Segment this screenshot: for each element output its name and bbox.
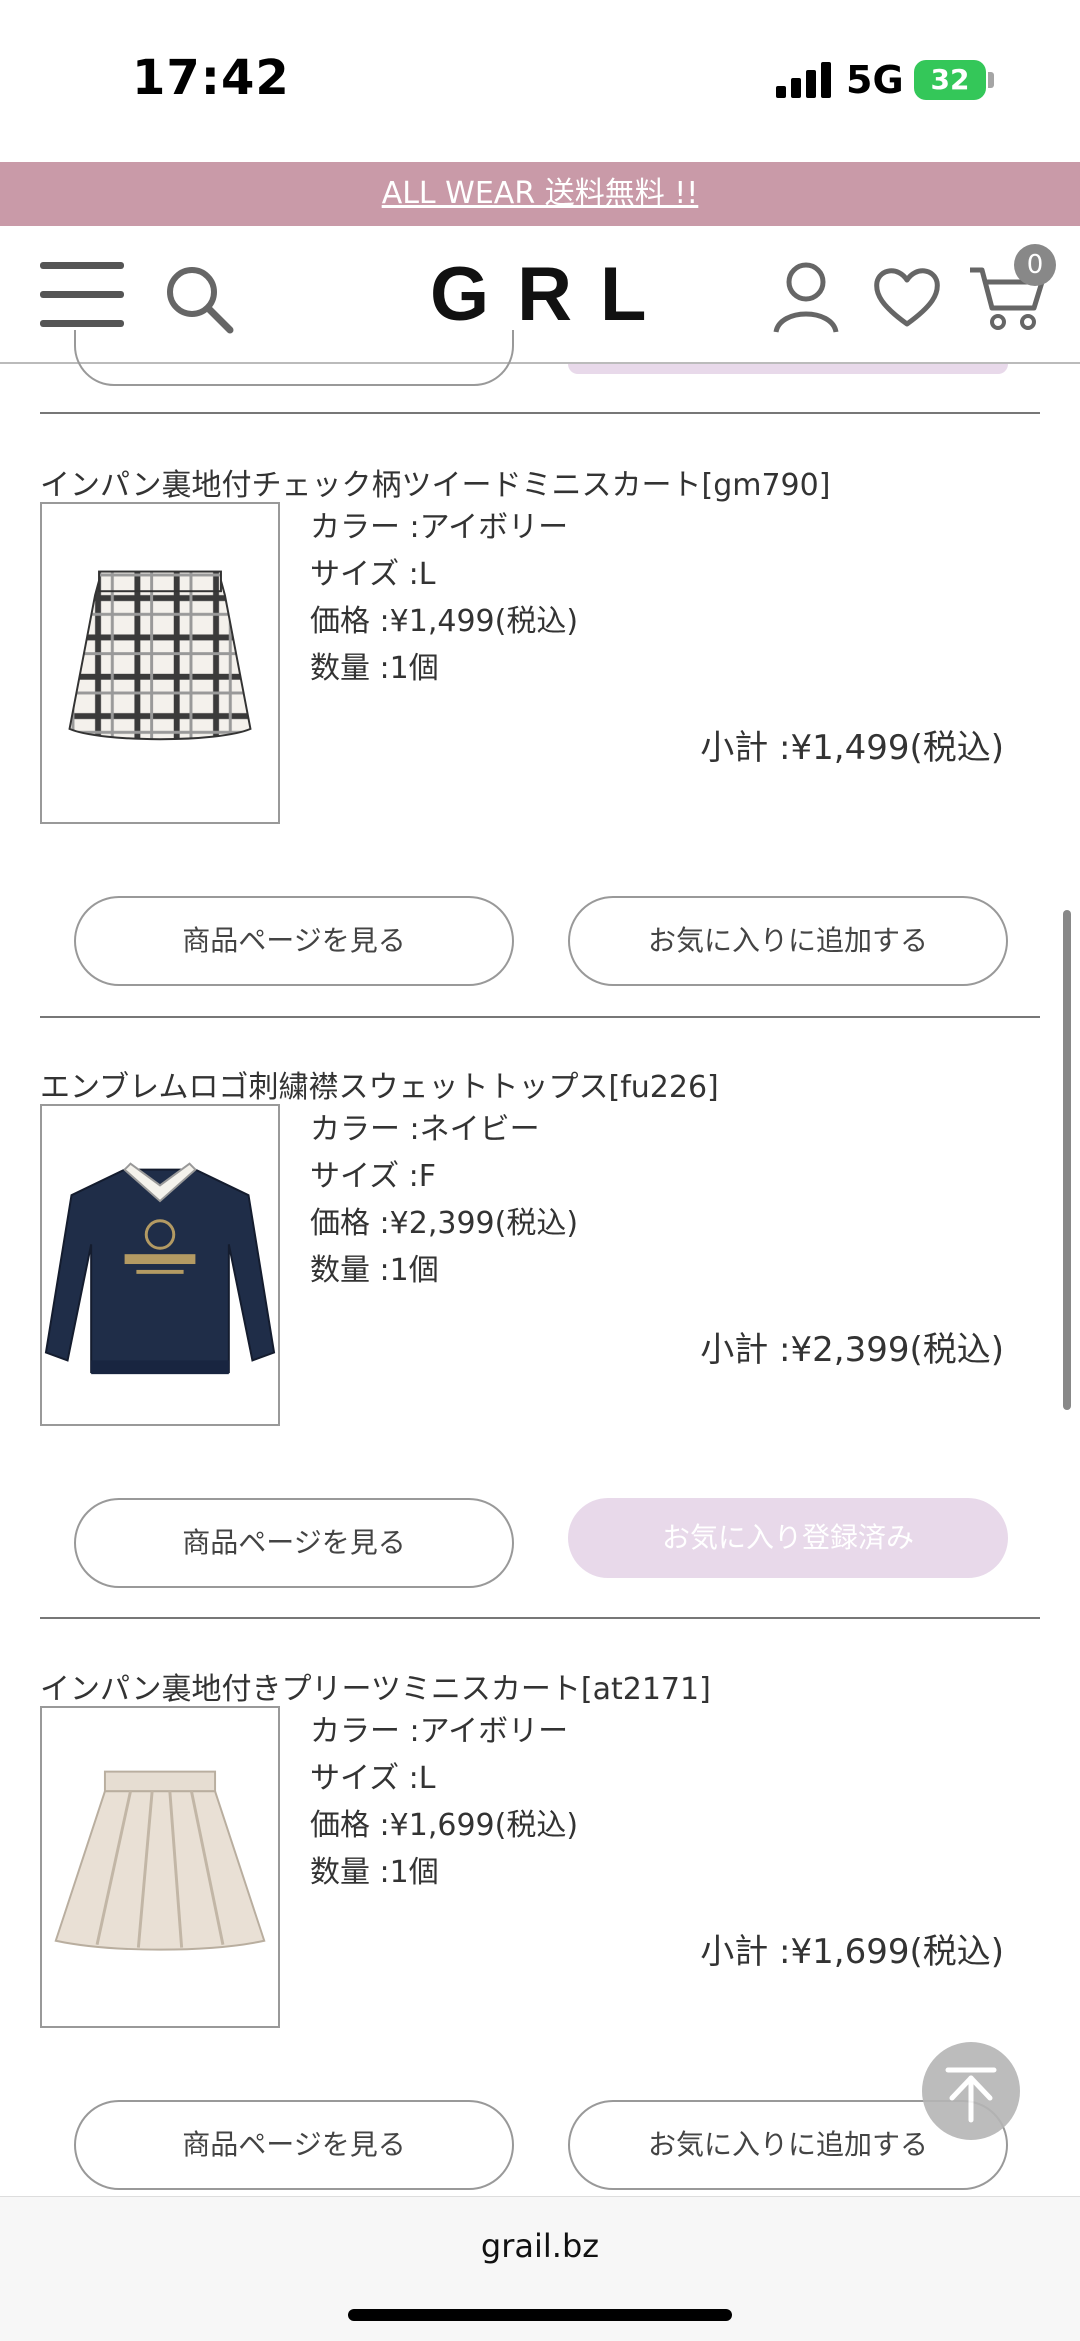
network-label: 5G	[846, 58, 904, 102]
heart-icon[interactable]	[872, 264, 942, 330]
signal-icon	[776, 62, 832, 98]
grl-logo[interactable]: GRL	[430, 250, 650, 340]
pleated-skirt-image	[54, 1770, 266, 1951]
favorite-registered-button[interactable]: お気に入り登録済み	[568, 1498, 1008, 1578]
promo-link[interactable]: ALL WEAR 送料無料 !!	[382, 176, 699, 211]
scrollbar[interactable]	[1063, 910, 1071, 1410]
item-color: カラー :アイボリー	[310, 510, 569, 545]
sweatshirt-image	[44, 1162, 276, 1375]
item-quantity: 数量 :1個	[310, 651, 439, 686]
product-image[interactable]	[40, 502, 280, 824]
item-size: サイズ :L	[310, 557, 436, 592]
item-color: カラー :アイボリー	[310, 1714, 569, 1749]
item-price: 価格 :¥2,399(税込)	[310, 1206, 579, 1241]
view-product-button[interactable]: 商品ページを見る	[74, 896, 514, 986]
url-field[interactable]: grail.bz	[0, 2227, 1080, 2265]
back-to-top-button[interactable]	[922, 2042, 1020, 2140]
menu-icon[interactable]	[40, 262, 124, 328]
item-size: サイズ :L	[310, 1761, 436, 1796]
browser-bottom-bar: grail.bz	[0, 2196, 1080, 2341]
search-icon[interactable]	[162, 262, 236, 336]
item-price: 価格 :¥1,699(税込)	[310, 1808, 579, 1843]
item-title[interactable]: インパン裏地付チェック柄ツイードミニスカート[gm790]	[40, 460, 830, 504]
plaid-skirt-image	[68, 570, 252, 741]
item-size: サイズ :F	[310, 1159, 436, 1194]
item-title[interactable]: インパン裏地付きプリーツミニスカート[at2171]	[40, 1664, 711, 1708]
battery-icon: 32	[914, 60, 986, 100]
status-bar: 17:42 5G 32	[0, 0, 1080, 162]
arrow-up-icon	[945, 2067, 997, 2123]
item-title[interactable]: エンブレムロゴ刺繍襟スウェットトップス[fu226]	[40, 1062, 719, 1106]
battery-level: 32	[930, 63, 970, 96]
view-product-button[interactable]: 商品ページを見る	[74, 1498, 514, 1588]
product-image[interactable]	[40, 1104, 280, 1426]
product-image[interactable]	[40, 1706, 280, 2028]
item-color: カラー :ネイビー	[310, 1112, 540, 1147]
divider	[40, 1617, 1040, 1619]
battery-cap	[988, 72, 994, 88]
view-product-button[interactable]: 商品ページを見る	[74, 2100, 514, 2190]
previous-view-button[interactable]	[74, 330, 514, 386]
item-subtotal: 小計 :¥1,499(税込)	[700, 728, 1004, 768]
add-favorite-button[interactable]: お気に入りに追加する	[568, 896, 1008, 986]
user-icon[interactable]	[772, 260, 840, 334]
previous-favorite-button[interactable]	[568, 364, 1008, 374]
item-quantity: 数量 :1個	[310, 1253, 439, 1288]
item-quantity: 数量 :1個	[310, 1855, 439, 1890]
item-subtotal: 小計 :¥1,699(税込)	[700, 1932, 1004, 1972]
item-subtotal: 小計 :¥2,399(税込)	[700, 1330, 1004, 1370]
divider	[40, 412, 1040, 414]
home-indicator[interactable]	[348, 2309, 732, 2321]
promo-banner: ALL WEAR 送料無料 !!	[0, 162, 1080, 226]
divider	[40, 1016, 1040, 1018]
cart-count-badge: 0	[1014, 244, 1056, 286]
item-price: 価格 :¥1,499(税込)	[310, 604, 579, 639]
status-time: 17:42	[132, 50, 290, 106]
